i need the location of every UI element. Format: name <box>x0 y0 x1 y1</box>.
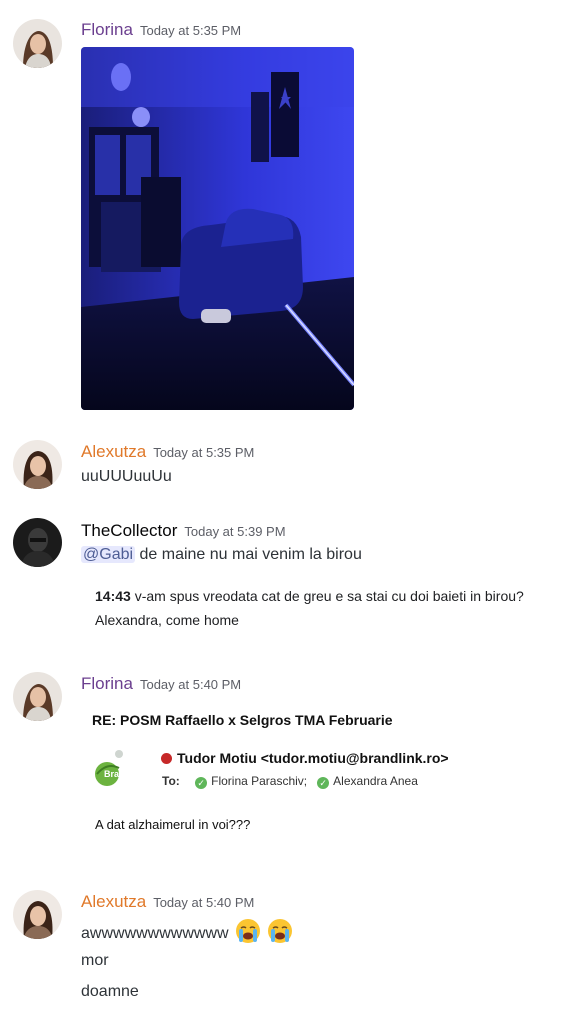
message-header: Florina Today at 5:40 PM <box>81 674 241 694</box>
avatar-alexutza[interactable] <box>13 440 62 489</box>
username[interactable]: Florina <box>81 674 133 693</box>
message-header: TheCollector Today at 5:39 PM <box>81 521 286 541</box>
timestamp: Today at 5:35 PM <box>139 23 242 38</box>
message-thecollector: TheCollector Today at 5:39 PM @Gabi de ma… <box>0 508 579 648</box>
to-label: To: <box>162 774 180 788</box>
brandlink-logo: Brand <box>91 744 147 792</box>
embedded-quote-line1: 14:43 v-am spus vreodata cat de greu e s… <box>95 588 524 604</box>
avatar-florina[interactable] <box>13 672 62 721</box>
username[interactable]: Alexutza <box>81 892 146 911</box>
check-icon: ✓ <box>195 777 208 789</box>
message-florina-photo: Florina Today at 5:35 PM <box>0 0 579 420</box>
message-text-body: de maine nu mai venim la birou <box>139 546 362 563</box>
avatar-thecollector[interactable] <box>13 518 62 567</box>
timestamp: Today at 5:39 PM <box>184 524 286 539</box>
message-text: awwwwwwwwwwww <box>81 925 229 942</box>
message-text-line1: awwwwwwwwwwww <box>81 918 293 944</box>
message-text-line3: doamne <box>81 983 139 1000</box>
loudly-crying-face-emoji <box>236 919 261 943</box>
mention-gabi[interactable]: @Gabi <box>81 546 136 563</box>
loudly-crying-face-emoji <box>268 919 293 943</box>
recipient-1: Florina Paraschiv; <box>211 774 308 788</box>
message-alexutza-1: Alexutza Today at 5:35 PM uuUUUuuUu <box>0 430 579 500</box>
status-dot-icon <box>161 753 172 764</box>
avatar-alexutza[interactable] <box>13 890 62 939</box>
quote-text: v-am spus vreodata cat de greu e sa stai… <box>134 588 524 604</box>
message-header: Alexutza Today at 5:40 PM <box>81 892 254 912</box>
avatar-florina[interactable] <box>13 19 62 68</box>
username[interactable]: Alexutza <box>81 442 146 461</box>
message-header: Alexutza Today at 5:35 PM <box>81 442 254 462</box>
email-recipients: To: ✓ Florina Paraschiv; ✓ Alexandra Anea <box>162 774 418 789</box>
message-text: @Gabi de maine nu mai venim la birou <box>81 546 362 564</box>
message-text-line2: mor <box>81 952 109 969</box>
quote-time: 14:43 <box>95 588 131 604</box>
timestamp: Today at 5:35 PM <box>153 445 255 460</box>
message-florina-email: Florina Today at 5:40 PM RE: POSM Raffael… <box>0 662 579 852</box>
timestamp: Today at 5:40 PM <box>139 677 242 692</box>
embedded-quote-line2: Alexandra, come home <box>95 612 239 628</box>
email-sender: Tudor Motiu <tudor.motiu@brandlink.ro> <box>161 750 449 766</box>
email-subject: RE: POSM Raffaello x Selgros TMA Februar… <box>92 712 393 728</box>
image-attachment[interactable] <box>81 47 354 410</box>
recipient-2: Alexandra Anea <box>333 774 418 788</box>
email-body: A dat alzhaimerul in voi??? <box>95 817 251 832</box>
logo-text: Brand <box>104 769 130 779</box>
username[interactable]: Florina <box>81 20 133 39</box>
check-icon: ✓ <box>317 777 330 789</box>
username[interactable]: TheCollector <box>81 521 177 540</box>
sender-text: Tudor Motiu <tudor.motiu@brandlink.ro> <box>177 750 449 766</box>
message-text: uuUUUuuUu <box>81 468 172 485</box>
message-alexutza-2: Alexutza Today at 5:40 PM awwwwwwwwwwww m… <box>0 880 579 1020</box>
message-header: Florina Today at 5:35 PM <box>81 20 241 40</box>
timestamp: Today at 5:40 PM <box>153 895 255 910</box>
